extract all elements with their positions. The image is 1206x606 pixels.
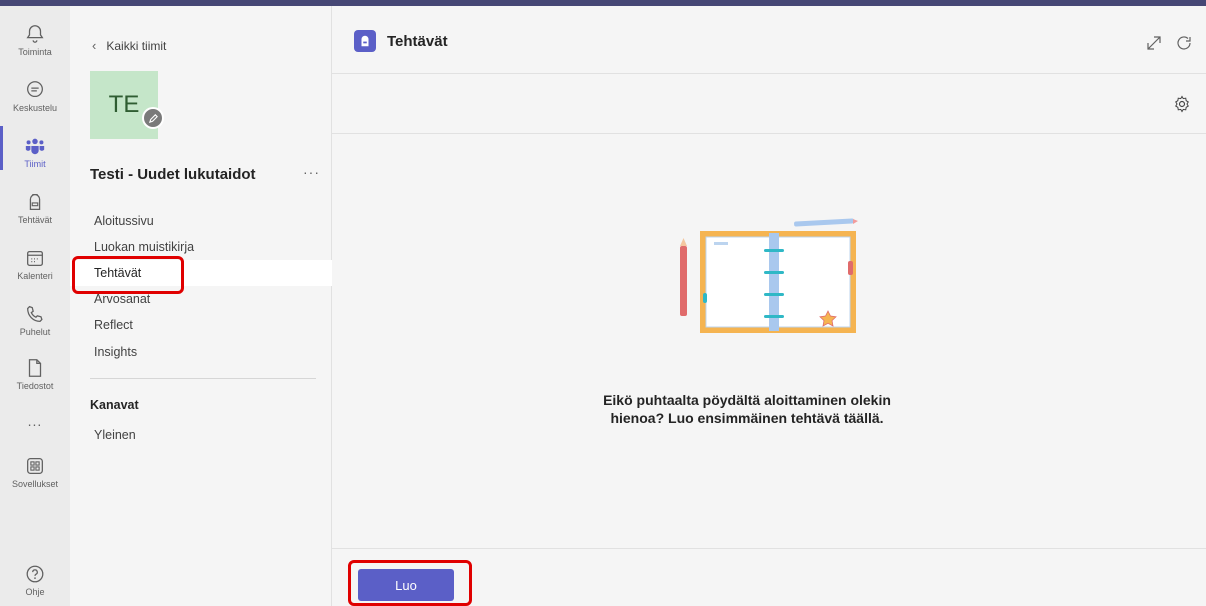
team-avatar[interactable]: TE <box>90 71 164 139</box>
backpack-icon <box>29 194 41 210</box>
bell-icon <box>26 25 44 43</box>
app-header: Tehtävät <box>332 6 1206 74</box>
rail-label: Keskustelu <box>12 103 58 113</box>
highlight-create-button <box>348 560 472 606</box>
main-area: Tehtävät Eikö puhtaalta pöydältä aloitta… <box>332 6 1206 606</box>
rail-label: Ohje <box>25 587 45 597</box>
empty-state-message: Eikö puhtaalta pöydältä aloittaminen ole… <box>603 392 891 426</box>
rail-label: Kalenteri <box>17 271 53 281</box>
calendar-icon <box>27 250 43 266</box>
more-icon: ... <box>27 413 43 429</box>
nav-item-home[interactable]: Aloitussivu <box>70 208 332 234</box>
gear-icon[interactable] <box>1172 94 1192 114</box>
rail-item-files[interactable]: Tiedostot <box>0 348 70 400</box>
rail-item-activity[interactable]: Toiminta <box>0 14 70 66</box>
expand-icon[interactable] <box>1145 34 1163 52</box>
team-panel: ‹ Kaikki tiimit TE Testi - Uudet lukutai… <box>70 6 332 606</box>
rail-label: Puhelut <box>19 327 51 337</box>
channels-heading: Kanavat <box>90 398 139 412</box>
rail-item-calls[interactable]: Puhelut <box>0 294 70 346</box>
highlight-assignments-tab <box>72 256 184 294</box>
rail-item-more[interactable]: ... <box>0 394 70 446</box>
rail-label: Toiminta <box>18 47 52 57</box>
page-title: Tehtävät <box>387 33 448 50</box>
nav-item-reflect[interactable]: Reflect <box>70 312 332 338</box>
refresh-icon[interactable] <box>1175 34 1193 52</box>
rail-item-chat[interactable]: Keskustelu <box>0 70 70 122</box>
rail-label: Tiimit <box>24 159 46 169</box>
rail-item-assignments[interactable]: Tehtävät <box>0 182 70 234</box>
channel-item-general[interactable]: Yleinen <box>70 422 332 448</box>
rail-label: Sovellukset <box>11 479 59 489</box>
back-label: Kaikki tiimit <box>106 38 167 53</box>
phone-icon <box>27 305 43 322</box>
team-name: Testi - Uudet lukutaidot <box>90 166 256 183</box>
assignments-toolbar <box>332 74 1206 134</box>
edit-avatar-button[interactable] <box>142 107 164 129</box>
rail-item-help[interactable]: Ohje <box>0 554 70 606</box>
apps-icon <box>27 458 43 474</box>
assignments-app-icon <box>354 30 376 52</box>
app-rail: Toiminta Keskustelu Tiimit Tehtävät Kale… <box>0 6 70 606</box>
chevron-left-icon: ‹ <box>92 38 97 53</box>
help-icon <box>26 565 44 583</box>
rail-item-calendar[interactable]: Kalenteri <box>0 238 70 290</box>
rail-item-apps[interactable]: Sovellukset <box>0 446 70 498</box>
avatar-initials: TE <box>108 91 140 118</box>
team-more-options-button[interactable]: ··· <box>303 164 320 180</box>
back-to-all-teams[interactable]: ‹ Kaikki tiimit <box>92 38 166 53</box>
rail-item-teams[interactable]: Tiimit <box>0 126 70 178</box>
empty-notebook-illustration <box>680 218 858 333</box>
teams-icon <box>25 138 45 155</box>
pencil-icon <box>148 113 158 123</box>
rail-label: Tiedostot <box>16 381 54 391</box>
chat-icon <box>27 81 43 98</box>
file-icon <box>28 359 42 377</box>
divider <box>90 378 316 379</box>
nav-item-insights[interactable]: Insights <box>70 339 332 365</box>
backpack-icon <box>361 35 369 47</box>
rail-label: Tehtävät <box>17 215 53 225</box>
